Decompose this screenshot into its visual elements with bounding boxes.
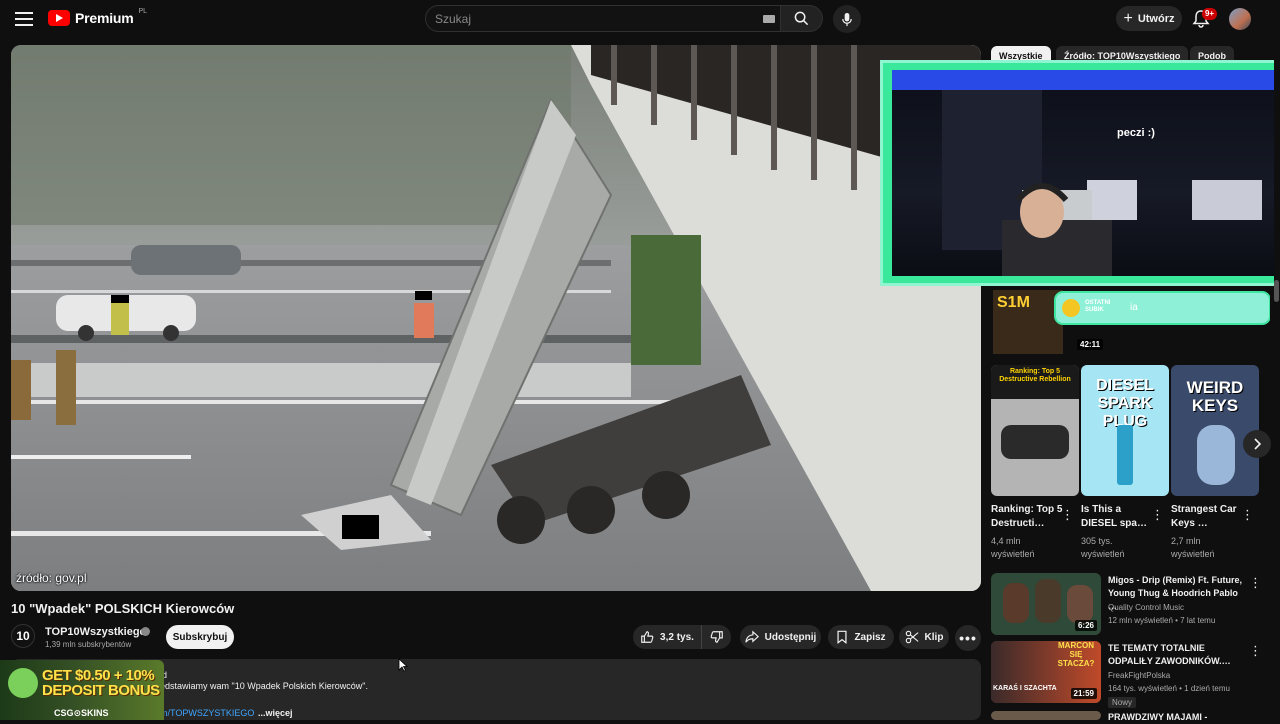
scrollbar-track[interactable] xyxy=(1274,0,1280,720)
share-button[interactable]: Udostępnij xyxy=(740,625,821,649)
rec-channel-1[interactable]: Quality Control Music xyxy=(1108,603,1184,612)
scissors-icon xyxy=(905,630,919,644)
user-avatar[interactable] xyxy=(1229,8,1251,30)
share-icon xyxy=(744,630,759,643)
webcam-feed: peczi :) xyxy=(892,70,1274,276)
rec-thumbnail-2[interactable]: MARCON SIĘ STACZA? KARAŚ I SZACHTA 21:59 xyxy=(991,641,1101,703)
short-thumbnail-2[interactable]: DIESEL SPARK PLUG xyxy=(1081,365,1169,496)
short-views-3: 2,7 mln wyświetleń xyxy=(1171,536,1215,559)
banner-tag: ia xyxy=(1130,302,1138,313)
save-button[interactable]: Zapisz xyxy=(828,625,894,649)
clip-label: Klip xyxy=(924,631,944,643)
short-views-2: 305 tys. wyświetleń xyxy=(1081,536,1125,559)
rec-thumb-text-2b: KARAŚ I SZACHTA xyxy=(993,685,1057,692)
rec-title-2[interactable]: TE TEMATY TOTALNIE ODPALIŁY ZAWODNIKÓW.… xyxy=(1108,642,1243,668)
description-text: edstawiamy wam "10 Wpadek Polskich Kiero… xyxy=(160,681,368,691)
search-icon xyxy=(794,11,809,26)
voice-search-button[interactable] xyxy=(833,5,861,33)
rec-title-3[interactable]: PRAWDZIWY MAJAMI - xyxy=(1108,711,1243,724)
search-box xyxy=(425,5,781,32)
plus-icon: + xyxy=(1123,9,1133,27)
banner-big-text: S1M xyxy=(997,294,1030,311)
search-button[interactable] xyxy=(781,5,823,32)
short-menu-icon-1[interactable]: ⋮ xyxy=(1061,508,1074,522)
channel-name[interactable]: TOP10Wszystkiego xyxy=(45,626,146,638)
thumbs-down-icon xyxy=(710,631,723,643)
new-badge: Nowy xyxy=(1108,697,1137,708)
description-link[interactable]: m/TOPWSZYSTKIEGO xyxy=(160,708,254,718)
thumbs-up-icon xyxy=(641,631,654,643)
create-label: Utwórz xyxy=(1137,12,1175,25)
youtube-play-icon xyxy=(48,10,70,26)
source-caption: źródło: gov.pl xyxy=(16,571,87,585)
more-actions-button[interactable]: ••• xyxy=(955,625,981,651)
video-player[interactable] xyxy=(11,45,981,591)
notification-badge: 9+ xyxy=(1202,8,1217,20)
rec-channel-2[interactable]: FreakFightPolska xyxy=(1108,671,1170,680)
rec-menu-icon-1[interactable]: ⋮ xyxy=(1249,575,1262,591)
youtube-premium-logo[interactable]: Premium PL xyxy=(48,7,148,26)
verified-icon xyxy=(141,627,150,636)
banner-duration: 42:11 xyxy=(1077,339,1104,350)
short-title-2[interactable]: Is This a DIESEL spa… xyxy=(1081,503,1157,531)
ad-headline-2: DEPOSIT BONUS xyxy=(42,682,160,699)
share-label: Udostępnij xyxy=(764,631,817,643)
rec-menu-icon-2[interactable]: ⋮ xyxy=(1249,643,1262,659)
menu-icon[interactable] xyxy=(15,12,33,26)
like-count: 3,2 tys. xyxy=(660,631,694,643)
short-title-3[interactable]: Strangest Car Keys … xyxy=(1171,503,1247,531)
short-thumbnail-3[interactable]: WEIRD KEYS xyxy=(1171,365,1259,496)
clip-button[interactable]: Klip xyxy=(899,625,949,649)
short-thumb-text-3: WEIRD KEYS xyxy=(1186,378,1244,415)
top-bar: Premium PL + Utwórz 9+ xyxy=(0,0,1280,38)
short-thumb-text-2: DIESEL SPARK PLUG xyxy=(1096,377,1154,430)
ad-brand: CSG⊙SKINS xyxy=(54,708,109,718)
stream-ad-overlay: GET $0.50 + 10% DEPOSIT BONUS CSG⊙SKINS xyxy=(0,660,164,720)
rec-thumbnail-3[interactable] xyxy=(991,711,1101,720)
mouse-cursor-icon xyxy=(398,658,408,672)
video-title: 10 "Wpadek" POLSKICH Kierowców xyxy=(11,601,235,616)
stream-banner-overlay: S1M OSTATNI SUBIK ia 42:11 xyxy=(993,290,1271,354)
video-frame-image xyxy=(11,45,981,591)
short-menu-icon-3[interactable]: ⋮ xyxy=(1241,508,1254,522)
webcam-caption: peczi :) xyxy=(1117,127,1155,139)
rec-meta-1: 12 mln wyświetleń • 7 lat temu xyxy=(1108,616,1216,625)
show-more-link[interactable]: ...więcej xyxy=(258,708,293,718)
more-dots-icon: ••• xyxy=(959,630,977,646)
short-thumb-text-1: Ranking: Top 5 Destructive Rebellion xyxy=(999,368,1071,383)
webcam-scene-image xyxy=(892,70,1274,276)
dislike-button[interactable] xyxy=(701,625,731,649)
chevron-right-icon xyxy=(1254,438,1262,450)
subscribe-button[interactable]: Subskrybuj xyxy=(166,625,234,649)
short-title-1[interactable]: Ranking: Top 5 Destructi… xyxy=(991,503,1067,531)
rec-duration-1: 6:26 xyxy=(1074,620,1097,631)
channel-avatar[interactable]: 10 xyxy=(11,624,35,648)
like-button[interactable]: 3,2 tys. xyxy=(633,625,701,649)
scrollbar-thumb[interactable] xyxy=(1274,280,1279,302)
microphone-icon xyxy=(842,12,852,26)
banner-sub-text: OSTATNI SUBIK xyxy=(1085,300,1111,313)
short-views-1: 4,4 mln wyświetleń xyxy=(991,536,1035,559)
webcam-overlay: peczi :) xyxy=(880,60,1280,286)
create-button[interactable]: + Utwórz xyxy=(1116,6,1182,31)
short-thumbnail-1[interactable]: Ranking: Top 5 Destructive Rebellion xyxy=(991,365,1079,496)
bookmark-icon xyxy=(837,630,847,644)
banner-graphic xyxy=(993,290,1271,354)
save-label: Zapisz xyxy=(854,631,886,643)
short-menu-icon-2[interactable]: ⋮ xyxy=(1151,508,1164,522)
rec-thumbnail-1[interactable]: 6:26 xyxy=(991,573,1101,635)
rec-thumb-text-2a: MARCON SIĘ STACZA? xyxy=(1057,641,1095,668)
logo-text: Premium xyxy=(75,10,134,26)
search-input[interactable] xyxy=(426,6,726,31)
keyboard-icon[interactable] xyxy=(763,15,775,23)
logo-country: PL xyxy=(138,7,148,15)
ad-mascot-image xyxy=(8,668,38,698)
subscriber-count: 1,39 mln subskrybentów xyxy=(45,640,132,649)
rec-duration-2: 21:59 xyxy=(1070,688,1097,699)
rec-meta-2: 164 tys. wyświetleń • 1 dzień temu xyxy=(1108,684,1230,693)
shorts-next-button[interactable] xyxy=(1243,430,1271,458)
